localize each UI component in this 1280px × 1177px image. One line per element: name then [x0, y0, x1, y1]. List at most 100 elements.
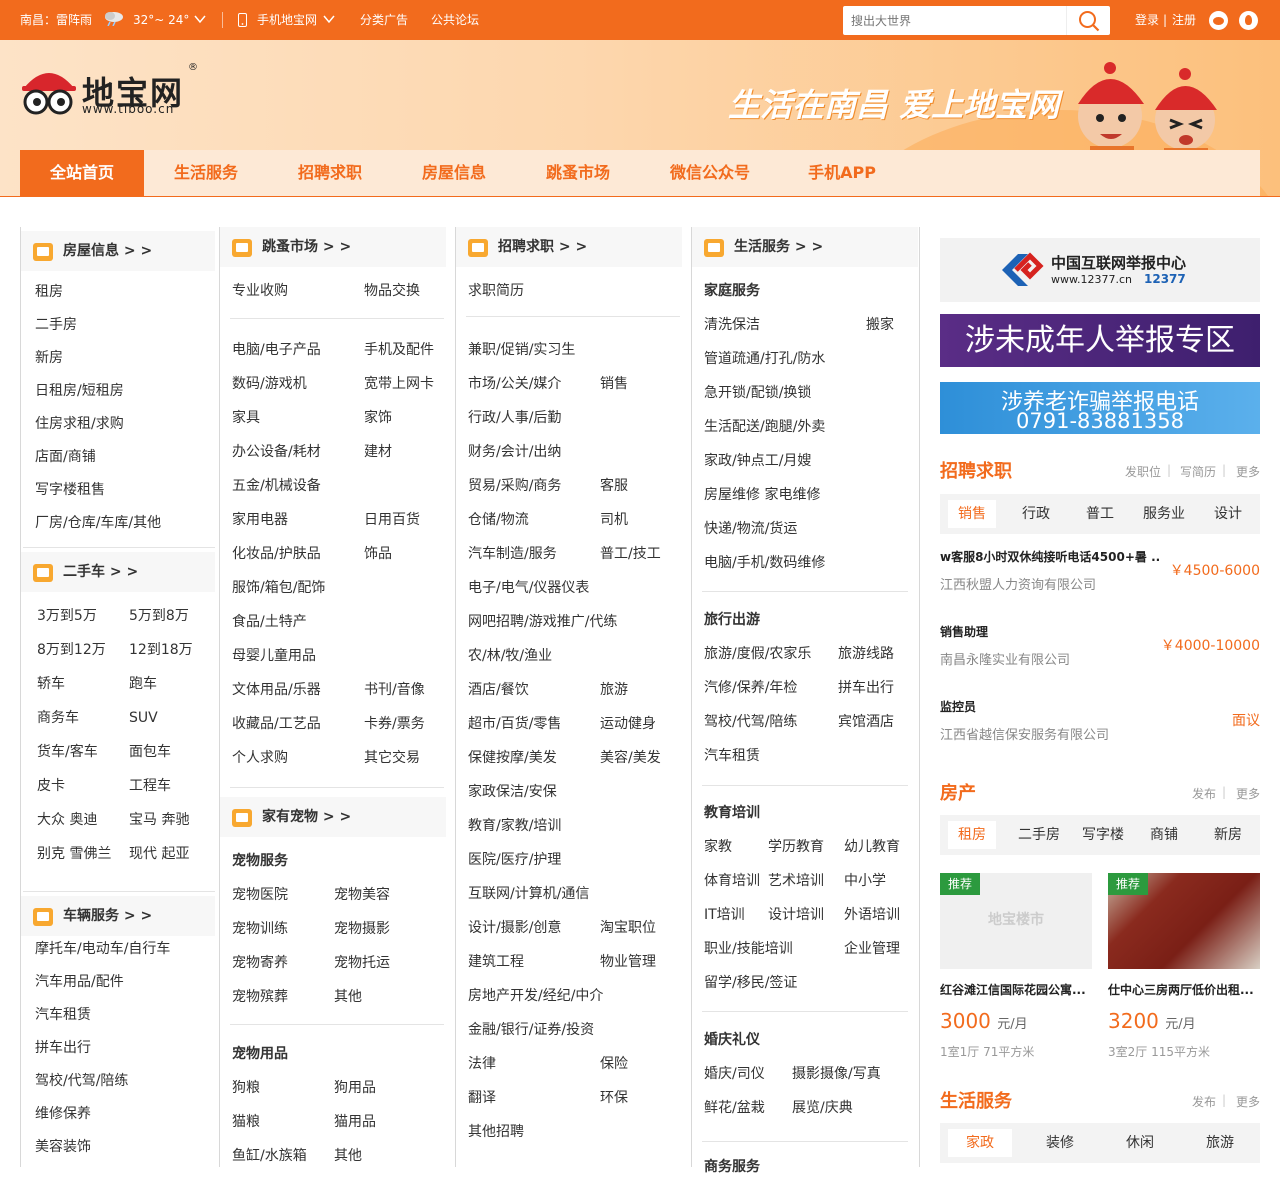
nav-mobile-app[interactable]: 手机APP: [780, 150, 904, 196]
link[interactable]: 汽车用品/配件: [35, 972, 124, 992]
link[interactable]: 超市/百货/零售: [468, 714, 561, 734]
search-button[interactable]: [1066, 6, 1110, 35]
link[interactable]: 清洗保洁: [704, 315, 760, 335]
link[interactable]: 母婴儿童用品: [232, 646, 316, 666]
tab-renovation[interactable]: 装修: [1028, 1129, 1092, 1157]
house-title[interactable]: 仕中心三房两厅低价出租...: [1108, 981, 1260, 998]
link[interactable]: 摄影摄像/写真: [792, 1064, 881, 1084]
link[interactable]: 猫粮: [232, 1112, 260, 1132]
link[interactable]: 宠物美容: [334, 885, 390, 905]
link[interactable]: 其它交易: [364, 748, 420, 768]
nav-jobs[interactable]: 招聘求职: [268, 150, 392, 196]
link[interactable]: 二手房: [35, 315, 77, 335]
link[interactable]: 拼车出行: [35, 1038, 91, 1058]
section-header-life-services[interactable]: 生活服务 > >: [692, 227, 918, 267]
link[interactable]: 驾校/代驾/陪练: [35, 1071, 128, 1091]
link[interactable]: 狗粮: [232, 1078, 260, 1098]
tab-rent[interactable]: 租房: [948, 821, 996, 849]
chevron-down-icon[interactable]: [194, 15, 206, 24]
link[interactable]: 电子/电气/仪器仪表: [468, 578, 589, 598]
qq-icon[interactable]: [1239, 11, 1258, 30]
section-header-used-cars[interactable]: 二手车 > >: [21, 552, 215, 592]
link[interactable]: 面包车: [129, 742, 171, 762]
link[interactable]: SUV: [129, 708, 158, 728]
link[interactable]: 互联网/计算机/通信: [468, 884, 589, 904]
link[interactable]: 鱼缸/水族箱: [232, 1146, 307, 1166]
link[interactable]: 体育培训: [704, 871, 760, 891]
link[interactable]: IT培训: [704, 905, 745, 925]
post-link[interactable]: 发布: [1192, 1093, 1216, 1110]
login-link[interactable]: 登录: [1135, 0, 1159, 40]
more-link[interactable]: 更多: [1236, 1093, 1260, 1110]
link[interactable]: 住房求租/求购: [35, 414, 124, 434]
link[interactable]: 法律: [468, 1054, 496, 1074]
tab-service[interactable]: 服务业: [1136, 500, 1192, 528]
link[interactable]: 食品/土特产: [232, 612, 307, 632]
link[interactable]: 生活配送/跑腿/外卖: [704, 417, 825, 437]
section-header-housing[interactable]: 房屋信息 > >: [21, 231, 215, 271]
nav-wechat[interactable]: 微信公众号: [650, 150, 770, 196]
link[interactable]: 留学/移民/签证: [704, 973, 797, 993]
link[interactable]: 宠物摄影: [334, 919, 390, 939]
link[interactable]: 家用电器: [232, 510, 288, 530]
link[interactable]: 手机及配件: [364, 340, 434, 360]
link[interactable]: 现代 起亚: [129, 844, 189, 864]
classified-ads-link[interactable]: 分类广告: [360, 0, 408, 40]
link[interactable]: 建材: [364, 442, 392, 462]
nav-home[interactable]: 全站首页: [20, 150, 144, 196]
search-input[interactable]: [843, 6, 1065, 35]
link[interactable]: 求职简历: [468, 281, 524, 301]
link[interactable]: 服饰/箱包/配饰: [232, 578, 325, 598]
link[interactable]: 租房: [35, 282, 63, 302]
link[interactable]: 其他: [334, 987, 362, 1007]
tab-workers[interactable]: 普工: [1076, 500, 1124, 528]
fraud-report-banner[interactable]: 涉养老诈骗举报电话 0791-83881358: [940, 382, 1260, 434]
link[interactable]: 摩托车/电动车/自行车: [35, 939, 170, 959]
link[interactable]: 家教: [704, 837, 732, 857]
register-link[interactable]: 注册: [1172, 0, 1196, 40]
write-resume-link[interactable]: 写简历: [1180, 463, 1216, 480]
link[interactable]: 学历教育: [768, 837, 824, 857]
logo-icon[interactable]: [20, 64, 78, 116]
house-widget-title[interactable]: 房产: [940, 779, 976, 805]
section-header-flea-market[interactable]: 跳蚤市场 > >: [220, 227, 446, 267]
link[interactable]: 汽车租赁: [704, 746, 760, 766]
link[interactable]: 普工/技工: [600, 544, 661, 564]
link[interactable]: 家饰: [364, 408, 392, 428]
link[interactable]: 汽车租赁: [35, 1005, 91, 1025]
link[interactable]: 快递/物流/货运: [704, 519, 797, 539]
link[interactable]: 婚庆/司仪: [704, 1064, 765, 1084]
link[interactable]: 医院/医疗/护理: [468, 850, 561, 870]
link[interactable]: 宾馆酒店: [838, 712, 894, 732]
link[interactable]: 货车/客车: [37, 742, 98, 762]
chevron-down-icon[interactable]: [323, 15, 335, 24]
link[interactable]: 宠物托运: [334, 953, 390, 973]
link[interactable]: 狗用品: [334, 1078, 376, 1098]
link[interactable]: 写字楼租售: [35, 480, 105, 500]
link[interactable]: 电脑/电子产品: [232, 340, 321, 360]
link[interactable]: 管道疏通/打孔/防水: [704, 349, 825, 369]
job-title[interactable]: 监控员: [940, 698, 976, 715]
link[interactable]: 教育/家教/培训: [468, 816, 561, 836]
link[interactable]: 旅游: [600, 680, 628, 700]
link[interactable]: 运动健身: [600, 714, 656, 734]
link[interactable]: 设计/摄影/创意: [468, 918, 561, 938]
link[interactable]: 跑车: [129, 674, 157, 694]
link[interactable]: 销售: [600, 374, 628, 394]
link[interactable]: 宠物寄养: [232, 953, 288, 973]
link[interactable]: 汽车制造/服务: [468, 544, 557, 564]
link[interactable]: 家政保洁/安保: [468, 782, 557, 802]
mobile-site-link[interactable]: 手机地宝网: [257, 0, 317, 40]
link[interactable]: 职业/技能培训: [704, 939, 793, 959]
link[interactable]: 美容装饰: [35, 1137, 91, 1157]
link[interactable]: 兼职/促销/实习生: [468, 340, 575, 360]
link[interactable]: 鲜花/盆栽: [704, 1098, 765, 1118]
house-title[interactable]: 红谷滩江信国际花园公寓...: [940, 981, 1092, 998]
link[interactable]: 宠物训练: [232, 919, 288, 939]
link[interactable]: 店面/商铺: [35, 447, 96, 467]
link[interactable]: 旅游/度假/农家乐: [704, 644, 811, 664]
link[interactable]: 美容/美发: [600, 748, 661, 768]
link[interactable]: 财务/会计/出纳: [468, 442, 561, 462]
link[interactable]: 宽带上网卡: [364, 374, 434, 394]
link[interactable]: 搬家: [866, 315, 894, 335]
